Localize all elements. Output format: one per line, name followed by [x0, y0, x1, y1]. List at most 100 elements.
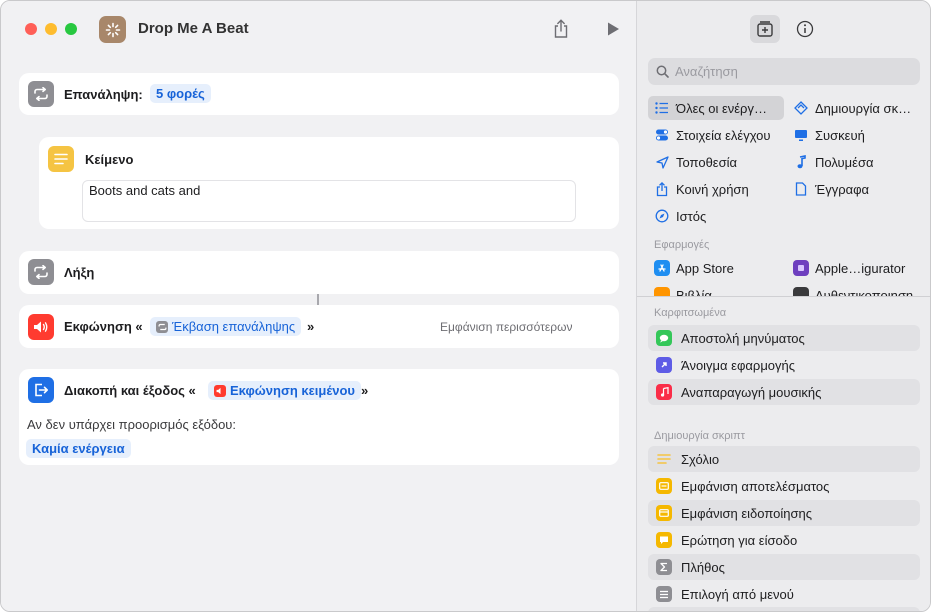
apps-section-label: Εφαρμογές — [654, 239, 710, 251]
authenticator-icon — [793, 287, 809, 296]
action-row-play-music[interactable]: Αναπαραγωγή μουσικής — [648, 379, 920, 405]
app-store-icon — [654, 260, 670, 276]
action-row-comment[interactable]: Σχόλιο — [648, 446, 920, 472]
app-label: Βιβλία — [676, 287, 712, 297]
no-action-label: Καμία ενέργεια — [32, 441, 125, 456]
end-repeat-title: Λήξη — [64, 265, 95, 280]
alert-icon — [656, 505, 672, 521]
speak-title: Εκφώνηση « — [64, 319, 143, 334]
show-more-link[interactable]: Εμφάνιση περισσότερων — [440, 320, 572, 334]
speak-close-quote: » — [307, 319, 315, 334]
app-authenticator[interactable]: Αυθεντικοποιηση — [787, 283, 927, 296]
search-icon — [656, 65, 669, 78]
category-sharing[interactable]: Κοινή χρήση — [648, 177, 784, 201]
app-label: Apple…igurator — [815, 260, 906, 276]
repeat-result-token[interactable]: Έκβαση επανάληψης — [150, 317, 302, 336]
next-row-edge — [648, 607, 920, 611]
library-categories-panel: Όλες οι ενέργ… Δημιουργία σκ… Στοιχεία ε… — [637, 1, 930, 297]
repeat-action-card[interactable]: Επανάληψη: 5 φορές — [19, 73, 619, 115]
no-destination-label: Αν δεν υπάρχει προορισμός εξόδου: — [27, 417, 237, 432]
text-lines-icon — [48, 146, 74, 172]
category-label: Τοποθεσία — [676, 154, 738, 170]
category-label: Συσκευή — [815, 127, 865, 143]
repeat-title: Επανάληψη: — [64, 87, 143, 102]
shortcut-glyph-icon[interactable] — [99, 16, 126, 43]
app-configurator[interactable]: Apple…igurator — [787, 256, 927, 280]
category-controls[interactable]: Στοιχεία ελέγχου — [648, 123, 784, 147]
music-icon — [656, 384, 672, 400]
apps-clipped-row: Βιβλία Αυθεντικοποιηση — [637, 283, 930, 296]
minimize-window-button[interactable] — [45, 23, 57, 35]
action-label: Επιλογή από μενού — [681, 586, 794, 602]
messages-icon — [656, 330, 672, 346]
category-device[interactable]: Συσκευή — [787, 123, 927, 147]
text-action-title: Κείμενο — [85, 152, 134, 167]
app-app-store[interactable]: App Store — [648, 256, 784, 280]
stop-output-card[interactable]: Διακοπή και έξοδος « Εκφώνηση κειμένου »… — [19, 369, 619, 465]
action-label: Αποστολή μηνύματος — [681, 330, 805, 346]
app-label: App Store — [676, 260, 734, 276]
pinned-section-label: Καρφιτσωμένα — [654, 307, 727, 319]
list-icon — [654, 100, 670, 116]
category-label: Πολυμέσα — [815, 154, 874, 170]
category-label: Έγγραφα — [815, 181, 870, 197]
books-icon — [654, 287, 670, 296]
action-label: Εμφάνιση ειδοποίησης — [681, 505, 812, 521]
speak-action-card[interactable]: Εκφώνηση « Έκβαση επανάληψης » Εμφάνιση … — [19, 305, 619, 348]
action-row-open-app[interactable]: Άνοιγμα εφαρμογής — [648, 352, 920, 378]
sigma-icon — [656, 559, 672, 575]
category-web[interactable]: Ιστός — [648, 204, 784, 228]
info-icon[interactable] — [790, 15, 820, 43]
action-row-count[interactable]: Πλήθος — [648, 554, 920, 580]
run-play-icon[interactable] — [601, 17, 625, 41]
search-input[interactable] — [675, 64, 895, 79]
action-row-choose-from-menu[interactable]: Επιλογή από μενού — [648, 581, 920, 607]
close-window-button[interactable] — [25, 23, 37, 35]
repeat-count-token[interactable]: 5 φορές — [150, 84, 211, 103]
app-label: Αυθεντικοποιηση — [815, 287, 914, 297]
category-location[interactable]: Τοποθεσία — [648, 150, 784, 174]
repeat-icon — [28, 81, 54, 107]
show-result-icon — [656, 478, 672, 494]
action-library: Όλες οι ενέργ… Δημιουργία σκ… Στοιχεία ε… — [636, 1, 930, 611]
action-row-send-message[interactable]: Αποστολή μηνύματος — [648, 325, 920, 351]
repeat-small-icon — [156, 320, 168, 333]
category-all-actions[interactable]: Όλες οι ενέργ… — [648, 96, 784, 120]
scripting-icon — [793, 100, 809, 116]
repeat-count-label: 5 φορές — [156, 86, 205, 101]
app-books[interactable]: Βιβλία — [648, 283, 784, 296]
exit-icon — [28, 377, 54, 403]
repeat-result-label: Έκβαση επανάληψης — [172, 319, 296, 334]
speaker-small-icon — [214, 384, 226, 397]
toggle-icon — [654, 127, 670, 143]
compass-icon — [654, 208, 670, 224]
shortcuts-window: Drop Me A Beat Επανάληψη: 5 φορές Κείμεν… — [0, 0, 931, 612]
monitor-icon — [793, 127, 809, 143]
library-add-icon[interactable] — [750, 15, 780, 43]
share-icon[interactable] — [549, 17, 573, 41]
speaker-icon — [28, 314, 54, 340]
action-row-ask-input[interactable]: Ερώτηση για είσοδο — [648, 527, 920, 553]
zoom-window-button[interactable] — [65, 23, 77, 35]
action-label: Άνοιγμα εφαρμογής — [681, 357, 796, 373]
action-label: Εμφάνιση αποτελέσματος — [681, 478, 830, 494]
action-search-bar[interactable] — [648, 58, 920, 85]
end-repeat-card[interactable]: Λήξη — [19, 251, 619, 294]
category-label: Όλες οι ενέργ… — [676, 100, 767, 116]
action-row-show-result[interactable]: Εμφάνιση αποτελέσματος — [648, 473, 920, 499]
stop-close-quote: » — [361, 383, 369, 398]
category-scripting[interactable]: Δημιουργία σκ… — [787, 96, 927, 120]
no-action-token[interactable]: Καμία ενέργεια — [26, 439, 131, 458]
category-label: Κοινή χρήση — [676, 181, 749, 197]
category-media[interactable]: Πολυμέσα — [787, 150, 927, 174]
spoken-text-token[interactable]: Εκφώνηση κειμένου — [208, 381, 361, 400]
shortcut-title[interactable]: Drop Me A Beat — [138, 20, 249, 37]
category-label: Ιστός — [676, 208, 707, 224]
category-documents[interactable]: Έγγραφα — [787, 177, 927, 201]
text-content-field[interactable]: Boots and cats and — [82, 180, 576, 222]
action-label: Πλήθος — [681, 559, 725, 575]
music-note-icon — [793, 154, 809, 170]
repeat-end-icon — [28, 259, 54, 285]
action-row-show-alert[interactable]: Εμφάνιση ειδοποίησης — [648, 500, 920, 526]
ask-input-icon — [656, 532, 672, 548]
